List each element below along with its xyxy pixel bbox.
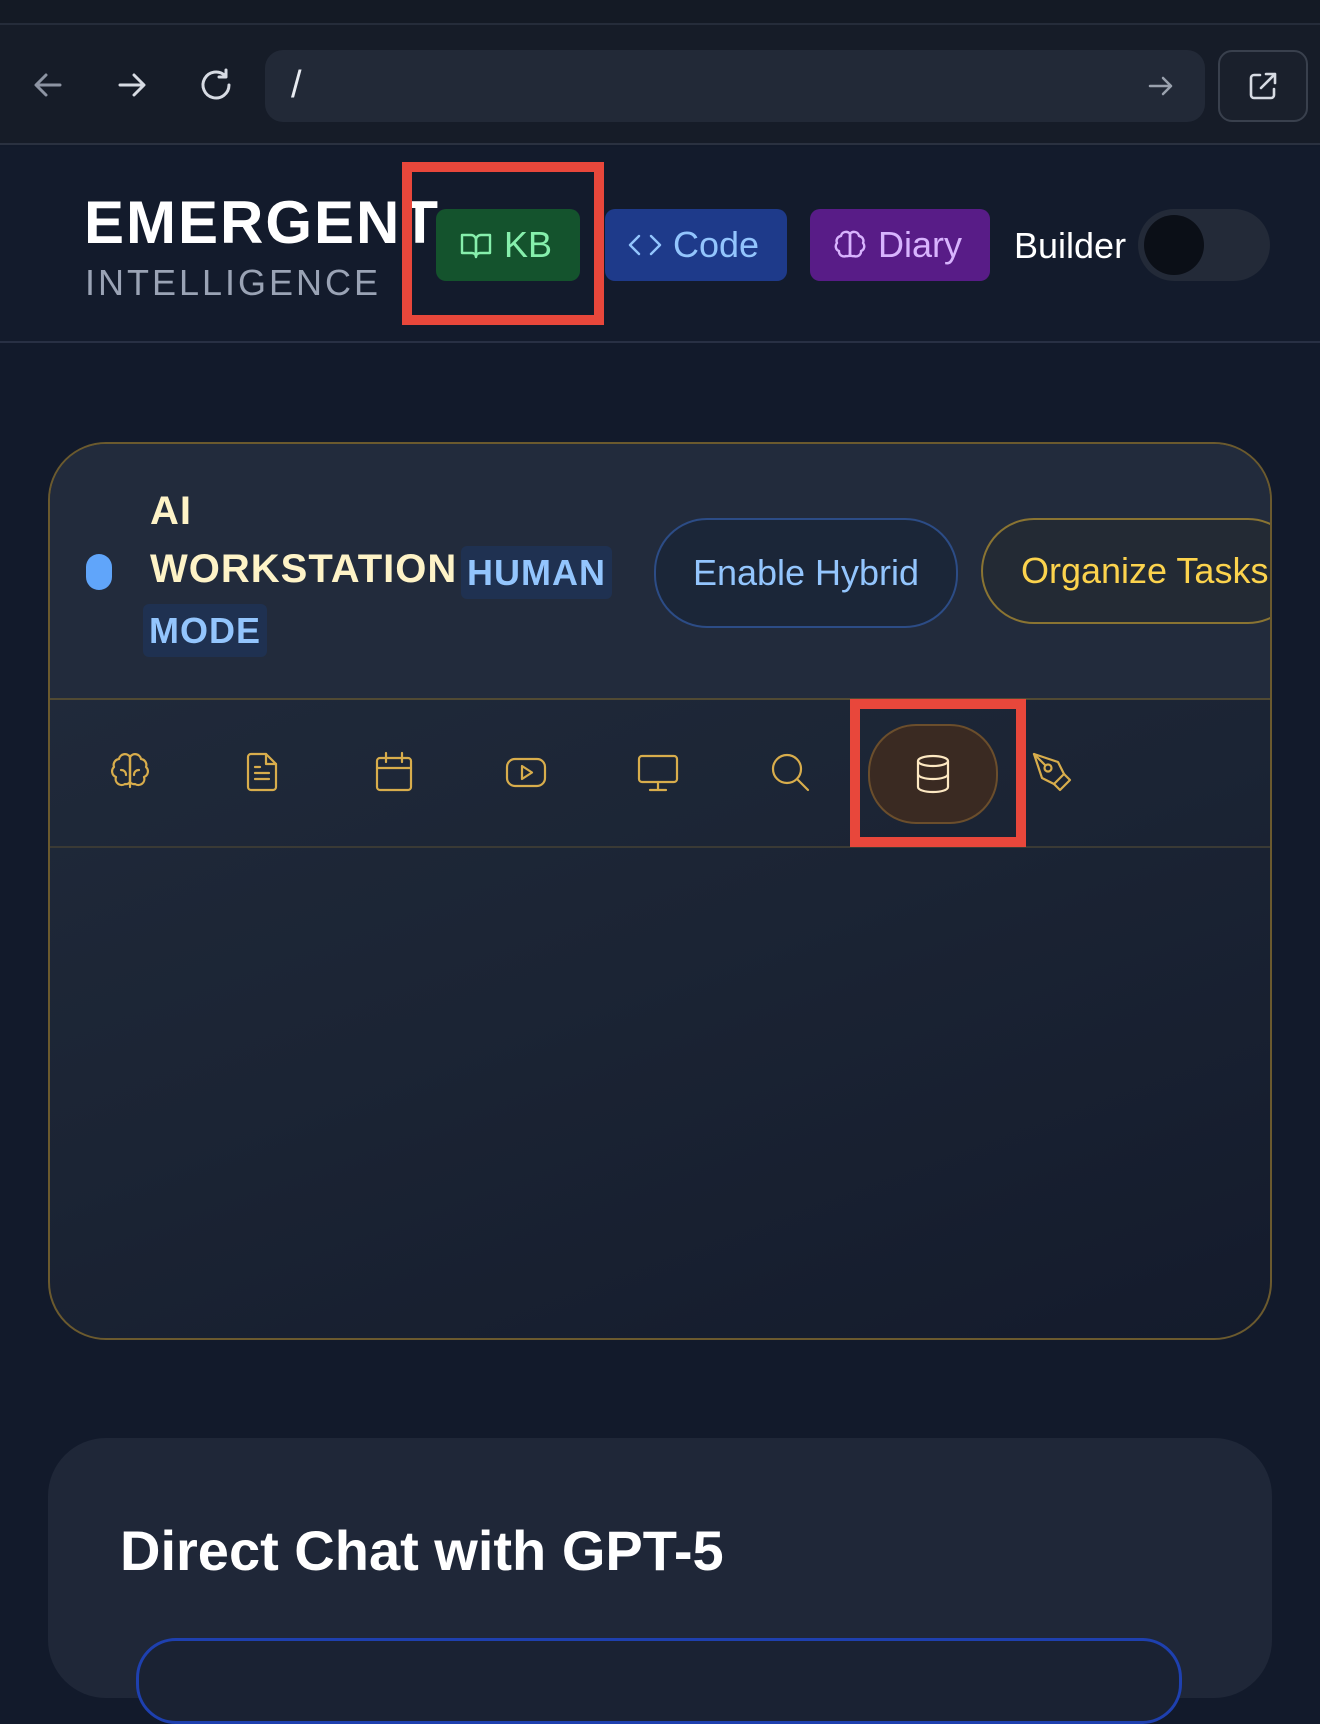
tool-database[interactable] xyxy=(868,724,998,824)
tool-document[interactable] xyxy=(212,722,312,822)
back-button[interactable] xyxy=(20,57,76,113)
organize-tasks-button[interactable]: Organize Tasks xyxy=(981,518,1270,624)
kb-button[interactable]: KB xyxy=(436,209,580,281)
builder-toggle[interactable] xyxy=(1138,209,1270,281)
pen-tool-icon xyxy=(1032,752,1072,792)
kb-button-label: KB xyxy=(504,224,553,265)
arrow-right-icon xyxy=(1148,76,1173,96)
external-link-icon xyxy=(1249,72,1277,100)
database-icon xyxy=(916,754,950,794)
diary-button[interactable]: Diary xyxy=(810,209,990,281)
tool-search[interactable] xyxy=(740,722,840,822)
enable-hybrid-button[interactable]: Enable Hybrid xyxy=(654,518,958,628)
arrow-left-icon xyxy=(34,73,62,97)
mode-badge: HUMAN MODE xyxy=(143,544,643,660)
builder-label: Builder xyxy=(1014,225,1127,266)
tool-calendar[interactable] xyxy=(344,722,444,822)
chat-title: Direct Chat with GPT-5 xyxy=(120,1519,724,1582)
toggle-knob xyxy=(1144,215,1204,275)
search-icon xyxy=(771,753,810,792)
brand-subtitle: INTELLIGENCE xyxy=(85,262,382,303)
tool-pen[interactable] xyxy=(1002,722,1102,822)
window-top-strip xyxy=(0,0,1320,25)
brain-icon xyxy=(834,230,866,258)
status-indicator xyxy=(86,554,112,590)
code-button-label: Code xyxy=(673,224,760,265)
monitor-icon xyxy=(637,754,679,792)
reload-icon xyxy=(201,68,231,100)
book-open-icon xyxy=(460,233,492,259)
diary-button-label: Diary xyxy=(878,224,963,265)
arrow-right-icon xyxy=(118,73,146,97)
code-button[interactable]: Code xyxy=(605,209,787,281)
reload-button[interactable] xyxy=(188,57,244,113)
brain-icon xyxy=(111,753,149,789)
workstation-header: AI WORKSTATION HUMAN MODE Enable Hybrid … xyxy=(50,444,1270,700)
document-icon xyxy=(246,752,278,792)
tool-video[interactable] xyxy=(476,722,576,822)
go-button[interactable] xyxy=(1139,64,1183,108)
open-in-new-window-button[interactable] xyxy=(1218,50,1308,122)
forward-button[interactable] xyxy=(104,57,160,113)
tool-brain[interactable] xyxy=(80,722,180,822)
calendar-icon xyxy=(375,751,413,792)
tool-monitor[interactable] xyxy=(608,722,708,822)
brand-title: EMERGENT xyxy=(84,189,441,256)
address-bar[interactable]: / xyxy=(265,50,1205,122)
tool-bar xyxy=(50,700,1270,848)
url-text[interactable]: / xyxy=(291,64,302,107)
ai-workstation-card: AI WORKSTATION HUMAN MODE Enable Hybrid … xyxy=(48,442,1272,1340)
video-icon xyxy=(505,757,547,788)
direct-chat-card: Direct Chat with GPT-5 xyxy=(48,1438,1272,1724)
code-icon xyxy=(628,234,662,256)
mode-badge-label: HUMAN MODE xyxy=(143,546,612,657)
